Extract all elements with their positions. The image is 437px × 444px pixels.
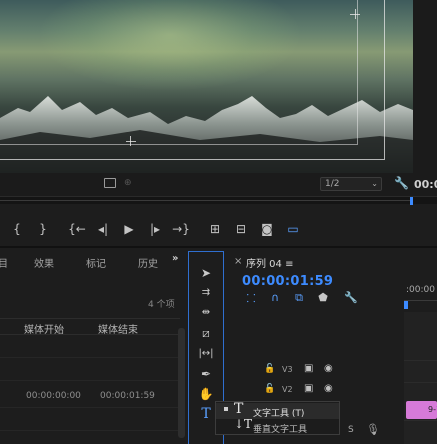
slip-tool-icon[interactable]: |↔| [195,345,217,363]
menu-item-label: 垂直文字工具 [253,425,308,435]
go-to-out-icon[interactable]: →} [170,217,192,241]
insert-icon[interactable]: ⊞ [204,217,226,241]
corner-mark [355,9,356,19]
zoom-value: 1/2 [325,179,340,189]
column-media-start[interactable]: 媒体开始 [24,321,64,336]
pen-tool-icon[interactable]: ✒ [195,365,217,383]
tab-history[interactable]: 历史 [138,255,158,270]
list-header: 媒体开始 媒体结束 [0,318,180,336]
play-icon[interactable]: ▶ [118,217,140,241]
tab-markers[interactable]: 标记 [86,255,106,270]
selected-bullet-icon [224,407,228,411]
timeline-clip[interactable]: 9-1 [406,401,437,419]
eye-icon[interactable]: ◉ [324,383,333,394]
track-header-v2: 🔓 V2 ▣ ◉ [228,382,404,400]
monitor-timecode: 00:00 [414,178,437,191]
solo-button[interactable]: S [348,425,354,435]
chevron-down-icon: ⌄ [371,179,378,188]
timeline-settings-icon[interactable]: 🔧 [342,291,360,305]
vertical-type-tool-icon: ↓T [234,417,253,431]
track-divider [404,420,437,421]
step-forward-icon[interactable]: |▸ [144,217,166,241]
title-safe-guide [0,0,358,145]
selection-tool-icon[interactable]: ➤ [195,264,217,282]
item-count: 4 个项 [148,300,175,310]
eye-icon[interactable]: ◉ [324,363,333,374]
ripple-edit-icon[interactable]: ⇹ [195,304,217,322]
column-media-end[interactable]: 媒体结束 [98,321,138,336]
camera-icon[interactable] [104,178,116,188]
hand-tool-icon[interactable]: ✋ [195,385,217,403]
compare-icon[interactable]: ⊕ [124,178,132,188]
list-item[interactable] [0,359,180,381]
lock-icon[interactable]: 🔓 [264,384,275,394]
zoom-select[interactable]: 1/2 ⌄ [320,177,382,191]
track-name: V2 [282,385,293,394]
timeline-ruler[interactable] [404,300,437,312]
transport-controls: { } {← ◂| ▶ |▸ →} ⊞ ⊟ ◙ ▭ [0,217,437,247]
tab-overflow-button[interactable]: » [172,253,178,264]
sync-lock-icon[interactable]: ▣ [304,383,313,394]
playhead[interactable] [410,197,413,205]
tab-project[interactable]: 目 [0,255,8,270]
lock-icon[interactable]: 🔓 [264,364,275,374]
safe-margins-icon[interactable]: ▭ [282,217,304,241]
linked-selection-icon[interactable]: ⧉ [290,291,308,305]
list-item[interactable]: 00:00:00:00 00:00:01:59 [0,386,180,408]
type-tool-flyout: T 文字工具 (T) ↓T 垂直文字工具 [215,401,340,435]
track-area[interactable] [404,312,437,444]
sync-lock-icon[interactable]: ▣ [304,363,313,374]
ruler-label: :00:00 [406,285,435,295]
monitor-time-ruler[interactable] [0,196,437,205]
close-icon[interactable]: × [234,256,242,267]
nest-icon[interactable]: ⸬ [242,291,260,305]
overwrite-icon[interactable]: ⊟ [230,217,252,241]
ruler-line [0,200,413,201]
type-tool-icon: T [234,401,244,417]
list-item[interactable] [0,336,180,358]
sequence-timecode[interactable]: 00:00:01:59 [242,274,333,289]
track-select-icon[interactable]: ⇉ [195,284,217,302]
video-preview[interactable] [0,0,413,173]
add-marker-icon[interactable]: ⬟ [314,291,332,305]
menu-item-vertical-type-tool[interactable]: ↓T 垂直文字工具 [216,417,339,435]
menu-item-label: 文字工具 (T) [253,409,305,419]
center-mark [126,141,136,142]
track-divider [404,360,437,361]
track-divider [404,382,437,383]
type-tool-icon[interactable]: T [195,405,217,423]
tab-effects[interactable]: 效果 [34,255,54,270]
step-back-icon[interactable]: ◂| [92,217,114,241]
list-item[interactable] [0,409,180,431]
mark-in-icon[interactable]: { [6,217,28,241]
media-start-cell: 00:00:00:00 [26,391,81,401]
wrench-icon[interactable]: 🔧 [394,176,409,190]
playhead[interactable] [404,301,408,309]
track-header-v3: 🔓 V3 ▣ ◉ [228,362,404,380]
export-frame-icon[interactable]: ◙ [256,217,278,241]
snap-icon[interactable]: ∩ [266,291,284,305]
project-panel: 目 效果 标记 历史 » 4 个项 媒体开始 媒体结束 00:00:00:00 … [0,248,188,444]
microphone-icon[interactable]: 🎙 [366,423,380,436]
sequence-tab[interactable]: 序列 04 ≡ [246,255,293,270]
scrollbar[interactable] [178,328,185,438]
media-end-cell: 00:00:01:59 [100,391,155,401]
track-name: V3 [282,365,293,374]
program-monitor: ⊕ 1/2 ⌄ 🔧 00:00 [0,0,437,205]
mark-out-icon[interactable]: } [32,217,54,241]
razor-tool-icon[interactable]: ⧄ [195,324,217,342]
go-to-in-icon[interactable]: {← [66,217,88,241]
